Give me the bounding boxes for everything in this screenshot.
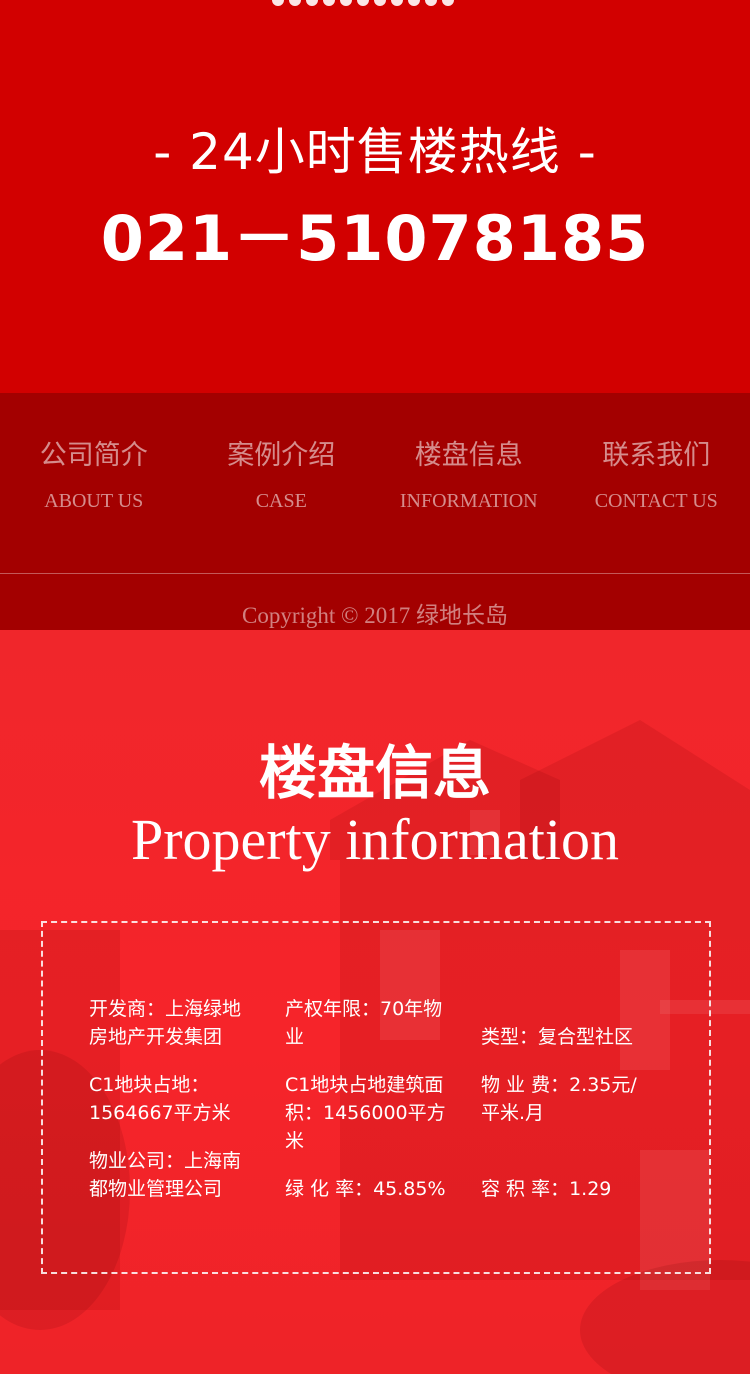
nav-item-label-en: CASE: [255, 490, 307, 512]
page: - 24小时售楼热线 - 021－51078185 公司简介 ABOUT US …: [0, 0, 750, 1374]
carousel-dot[interactable]: [374, 0, 386, 6]
info-property-term: 产权年限：70年物业: [285, 995, 481, 1071]
info-building-area: C1地块占地建筑面积：1456000平方米: [285, 1071, 481, 1152]
property-title: 楼盘信息: [258, 739, 491, 807]
nav-item-label-en: CONTACT US: [594, 490, 718, 512]
property-info-section: 楼盘信息 Property information 开发商：上海绿地房地产开发集…: [0, 630, 750, 1374]
carousel-dot[interactable]: [357, 0, 369, 6]
carousel-dot[interactable]: [272, 0, 284, 6]
info-value: C1地块占地建筑面积：1456000平方米: [285, 1074, 446, 1152]
info-property-fee: 物 业 费：2.35元/平米.月: [481, 1071, 669, 1147]
info-value: 物 业 费：2.35元/平米.月: [481, 1074, 637, 1124]
info-value: 产权年限：70年物业: [285, 998, 443, 1048]
property-info-box: 开发商：上海绿地房地产开发集团 产权年限：70年物业 类型：复合型社区 C1地块…: [41, 921, 711, 1274]
carousel-dot[interactable]: [340, 0, 352, 6]
footer-divider: [0, 573, 750, 574]
carousel-dot[interactable]: [306, 0, 318, 6]
carousel-dot[interactable]: [323, 0, 335, 6]
nav-item-case[interactable]: 案例介绍 CASE: [188, 393, 376, 573]
info-value: 容 积 率：1.29: [481, 1178, 612, 1200]
carousel-dot[interactable]: [425, 0, 437, 6]
nav-item-label-cn: 案例介绍: [227, 440, 336, 471]
footer-nav-section: 公司简介 ABOUT US 案例介绍 CASE 楼盘信息 INFORMATION…: [0, 393, 750, 630]
nav-item-label-cn: 联系我们: [602, 440, 711, 471]
nav-item-about-us[interactable]: 公司简介 ABOUT US: [0, 393, 188, 573]
carousel-dots: [272, 0, 454, 6]
info-plot-ratio: 容 积 率：1.29: [481, 1147, 669, 1223]
carousel-dot[interactable]: [408, 0, 420, 6]
carousel-dot[interactable]: [442, 0, 454, 6]
info-value: 开发商：上海绿地房地产开发集团: [89, 998, 242, 1048]
nav-item-label-en: INFORMATION: [399, 490, 538, 512]
info-value: 绿 化 率：45.85%: [285, 1178, 446, 1200]
info-type: 类型：复合型社区: [481, 995, 669, 1071]
info-green-rate: 绿 化 率：45.85%: [285, 1147, 481, 1223]
copyright-text: Copyright © 2017 绿地长岛: [241, 603, 508, 628]
nav-item-label-cn: 公司简介: [39, 440, 148, 471]
nav-item-label-en: ABOUT US: [44, 490, 144, 512]
property-info-grid: 开发商：上海绿地房地产开发集团 产权年限：70年物业 类型：复合型社区 C1地块…: [89, 995, 669, 1223]
carousel-dot[interactable]: [289, 0, 301, 6]
nav-item-contact-us[interactable]: 联系我们 CONTACT US: [563, 393, 750, 573]
info-land-area: C1地块占地：1564667平方米: [89, 1071, 285, 1147]
info-value: 类型：复合型社区: [481, 1026, 634, 1048]
hotline-phone-number[interactable]: 021－51078185: [0, 188, 750, 278]
info-value: C1地块占地：1564667平方米: [89, 1074, 231, 1124]
hotline-section: - 24小时售楼热线 - 021－51078185: [0, 0, 750, 393]
footer-nav: 公司简介 ABOUT US 案例介绍 CASE 楼盘信息 INFORMATION…: [0, 393, 750, 573]
carousel-dot[interactable]: [391, 0, 403, 6]
hotline-title: - 24小时售楼热线 -: [153, 123, 597, 181]
nav-item-label-cn: 楼盘信息: [414, 440, 523, 471]
info-developer: 开发商：上海绿地房地产开发集团: [89, 995, 285, 1071]
nav-item-information[interactable]: 楼盘信息 INFORMATION: [375, 393, 563, 573]
info-property-company: 物业公司：上海南都物业管理公司: [89, 1147, 285, 1223]
property-subtitle: Property information: [130, 807, 620, 872]
info-value: 物业公司：上海南都物业管理公司: [89, 1150, 242, 1200]
